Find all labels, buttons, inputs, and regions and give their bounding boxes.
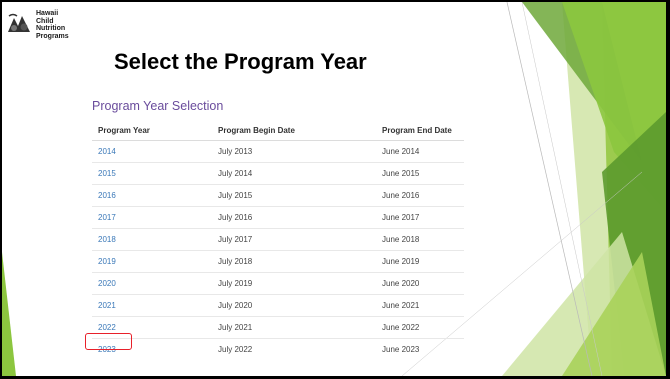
begin-date-cell: July 2016 xyxy=(212,206,376,229)
program-year-link-2016[interactable]: 2016 xyxy=(98,191,116,200)
logo-line-4: Programs xyxy=(36,32,69,40)
program-year-link-2021[interactable]: 2021 xyxy=(98,301,116,310)
program-year-link-2018[interactable]: 2018 xyxy=(98,235,116,244)
table-row: 2017 July 2016 June 2017 xyxy=(92,206,464,229)
begin-date-cell: July 2018 xyxy=(212,250,376,273)
program-year-link-2019[interactable]: 2019 xyxy=(98,257,116,266)
hawaii-cnp-logo: Hawaii Child Nutrition Programs xyxy=(6,8,96,42)
table-row: 2020 July 2019 June 2020 xyxy=(92,272,464,295)
table-header-row: Program Year Program Begin Date Program … xyxy=(92,120,464,141)
program-year-link-2017[interactable]: 2017 xyxy=(98,213,116,222)
begin-date-cell: July 2019 xyxy=(212,272,376,295)
end-date-cell: June 2020 xyxy=(376,272,464,295)
end-date-cell: June 2023 xyxy=(376,338,464,360)
begin-date-cell: July 2020 xyxy=(212,294,376,317)
logo-line-1: Hawaii xyxy=(36,10,59,17)
slide-canvas: Hawaii Child Nutrition Programs Select t… xyxy=(2,2,666,376)
table-row: 2019 July 2018 June 2019 xyxy=(92,250,464,273)
logo-icon xyxy=(6,12,32,36)
column-header-end-date: Program End Date xyxy=(376,120,464,141)
logo-text: Hawaii Child Nutrition Programs xyxy=(36,10,69,40)
begin-date-cell: July 2014 xyxy=(212,162,376,185)
end-date-cell: June 2016 xyxy=(376,184,464,207)
begin-date-cell: July 2015 xyxy=(212,184,376,207)
column-header-begin-date: Program Begin Date xyxy=(212,120,376,141)
end-date-cell: June 2014 xyxy=(376,140,464,163)
slide-title: Select the Program Year xyxy=(114,49,367,74)
table-row: 2015 July 2014 June 2015 xyxy=(92,162,464,185)
logo-line-2: Child xyxy=(36,17,54,25)
program-year-link-2020[interactable]: 2020 xyxy=(98,279,116,288)
slide-frame: Hawaii Child Nutrition Programs Select t… xyxy=(0,0,670,379)
program-year-link-2015[interactable]: 2015 xyxy=(98,169,116,178)
logo-line-3: Nutrition xyxy=(36,25,66,33)
end-date-cell: June 2022 xyxy=(376,316,464,339)
program-year-link-2014[interactable]: 2014 xyxy=(98,147,116,156)
end-date-cell: June 2018 xyxy=(376,228,464,251)
table-row: 2018 July 2017 June 2018 xyxy=(92,228,464,251)
program-year-link-2023[interactable]: 2023 xyxy=(98,345,116,354)
table-row: 2023 July 2022 June 2023 xyxy=(92,338,464,360)
end-date-cell: June 2017 xyxy=(376,206,464,229)
end-date-cell: June 2021 xyxy=(376,294,464,317)
table-row: 2022 July 2021 June 2022 xyxy=(92,316,464,339)
begin-date-cell: July 2022 xyxy=(212,338,376,360)
program-year-selection-heading: Program Year Selection xyxy=(92,99,224,113)
end-date-cell: June 2015 xyxy=(376,162,464,185)
begin-date-cell: July 2013 xyxy=(212,140,376,163)
table-row: 2014 July 2013 June 2014 xyxy=(92,140,464,163)
column-header-program-year: Program Year xyxy=(92,120,212,141)
table-row: 2021 July 2020 June 2021 xyxy=(92,294,464,317)
table-row: 2016 July 2015 June 2016 xyxy=(92,184,464,207)
begin-date-cell: July 2017 xyxy=(212,228,376,251)
begin-date-cell: July 2021 xyxy=(212,316,376,339)
program-year-link-2022[interactable]: 2022 xyxy=(98,323,116,332)
program-year-table: Program Year Program Begin Date Program … xyxy=(92,120,464,360)
end-date-cell: June 2019 xyxy=(376,250,464,273)
